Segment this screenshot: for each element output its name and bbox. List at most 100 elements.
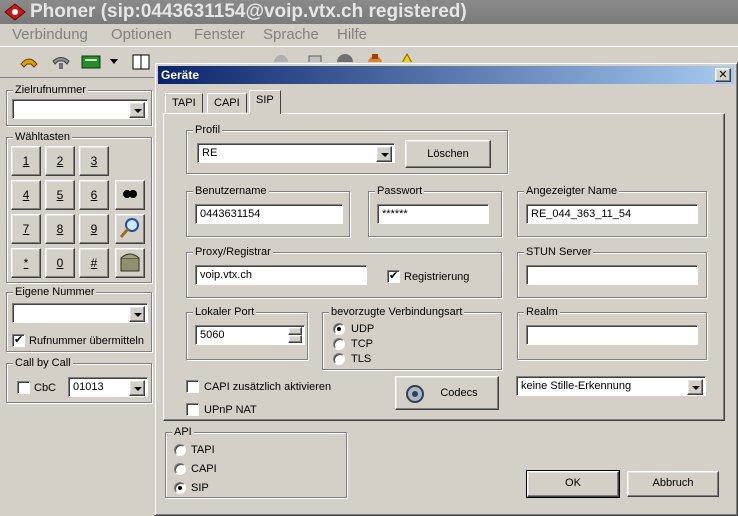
- zielrufnummer-input[interactable]: [12, 99, 148, 119]
- eigene-nummer-dropdown-button[interactable]: [129, 306, 145, 322]
- menu-bar: Verbindung Optionen Fenster Sprache Hilf…: [0, 24, 738, 46]
- upnp-label: UPnP NAT: [204, 404, 257, 416]
- zielrufnummer-label: Zielrufnummer: [13, 84, 88, 97]
- menu-fenster[interactable]: Fenster: [194, 25, 245, 45]
- proxy-label: Proxy/Registrar: [193, 246, 273, 259]
- proxy-input[interactable]: voip.vtx.ch: [195, 265, 367, 285]
- dial-key-5[interactable]: 5: [45, 180, 75, 210]
- cbc-checkbox[interactable]: [17, 381, 30, 394]
- api-radio-sip[interactable]: [174, 482, 186, 494]
- dialog-title: Geräte: [161, 68, 200, 82]
- menu-verbindung[interactable]: Verbindung: [12, 25, 88, 45]
- stun-input[interactable]: [526, 265, 698, 285]
- rufnummer-checkbox[interactable]: [12, 333, 25, 347]
- menu-sprache[interactable]: Sprache: [263, 25, 319, 45]
- search-button[interactable]: [115, 214, 145, 244]
- codecs-button[interactable]: Codecs: [395, 376, 499, 410]
- tab-tapi[interactable]: TAPI: [165, 93, 203, 113]
- dial-key-6[interactable]: 6: [79, 180, 109, 210]
- api-radio-tapi[interactable]: [174, 444, 186, 456]
- loeschen-button[interactable]: Löschen: [405, 140, 491, 168]
- record-icon: [123, 190, 137, 198]
- capi-zusaetzlich-label: CAPI zusätzlich aktivieren: [204, 381, 332, 393]
- passwort-label: Passwort: [375, 185, 425, 198]
- dial-key-star[interactable]: *: [11, 248, 41, 278]
- port-spin-down-icon[interactable]: [288, 335, 302, 343]
- radio-tcp[interactable]: [333, 338, 345, 350]
- dial-key-0[interactable]: 0: [45, 248, 75, 278]
- passwort-input[interactable]: ******: [377, 204, 489, 224]
- radio-tls-label: TLS: [351, 353, 372, 365]
- realm-input[interactable]: [526, 325, 698, 345]
- dial-key-4[interactable]: 4: [11, 180, 41, 210]
- tab-capi[interactable]: CAPI: [207, 93, 247, 113]
- radio-tls[interactable]: [333, 353, 345, 365]
- hangup-icon[interactable]: [50, 52, 72, 72]
- codecs-button-label: Codecs: [440, 387, 478, 399]
- phoner-logo-icon: [4, 3, 26, 21]
- eigene-nummer-select[interactable]: [12, 303, 148, 323]
- device-dropdown-arrow-icon[interactable]: [110, 59, 118, 64]
- device-icon[interactable]: [80, 52, 102, 72]
- dial-key-2[interactable]: 2: [45, 146, 75, 176]
- ok-button[interactable]: OK: [526, 470, 620, 498]
- lokaler-port-group: Lokaler Port 5060: [186, 306, 308, 360]
- profil-dropdown-button[interactable]: [376, 146, 392, 162]
- anzeigename-group: Angezeigter Name RE_044_363_11_54: [517, 185, 707, 237]
- zielrufnummer-group: Zielrufnummer: [6, 84, 152, 126]
- radio-udp-label: UDP: [351, 323, 375, 335]
- verbindungsart-group: bevorzugte Verbindungsart UDP TCP TLS: [322, 306, 502, 370]
- stille-erkennung-select[interactable]: keine Stille-Erkennung: [516, 376, 706, 396]
- callbycall-label: Call by Call: [13, 357, 73, 370]
- eigene-nummer-group: Eigene Nummer Rufnummer übermitteln: [6, 286, 152, 352]
- close-icon[interactable]: ✕: [715, 68, 731, 82]
- abbruch-button[interactable]: Abbruch: [627, 471, 719, 497]
- cbc-dropdown-button[interactable]: [129, 380, 145, 396]
- api-radio-capi[interactable]: [174, 463, 186, 475]
- callbycall-group: Call by Call CbC 01013: [6, 357, 152, 403]
- phone-keypad-button[interactable]: [115, 248, 145, 278]
- profil-select[interactable]: RE: [197, 143, 395, 163]
- stun-group: STUN Server: [517, 246, 707, 298]
- dial-key-9[interactable]: 9: [79, 214, 109, 244]
- proxy-group: Proxy/Registrar voip.vtx.ch Registrierun…: [186, 246, 502, 298]
- radio-udp[interactable]: [333, 323, 345, 335]
- stun-label: STUN Server: [524, 246, 594, 259]
- dial-key-7[interactable]: 7: [11, 214, 41, 244]
- waehltasten-label: Wähltasten: [13, 131, 73, 144]
- record-button[interactable]: [115, 180, 145, 210]
- passwort-group: Passwort ******: [368, 185, 502, 237]
- codecs-icon: [406, 385, 424, 403]
- dial-key-1[interactable]: 1: [11, 146, 41, 176]
- dial-key-8[interactable]: 8: [45, 214, 75, 244]
- api-radio-capi-label: CAPI: [191, 463, 217, 475]
- sip-tab-panel: Profil RE Löschen Benutzername 044363115…: [163, 113, 725, 421]
- port-spin-up-icon[interactable]: [288, 327, 302, 335]
- registrierung-label: Registrierung: [404, 271, 470, 283]
- cbc-select[interactable]: 01013: [68, 377, 148, 397]
- api-radio-tapi-label: TAPI: [191, 444, 215, 456]
- benutzername-group: Benutzername 0443631154: [186, 185, 350, 237]
- main-window-title: Phoner (sip:0443631154@voip.vtx.ch regis…: [0, 0, 738, 24]
- dial-phone-icon[interactable]: [18, 52, 40, 72]
- phone-keypad-icon: [120, 253, 140, 272]
- rufnummer-label: Rufnummer übermitteln: [29, 335, 144, 347]
- radio-tcp-label: TCP: [351, 338, 373, 350]
- anzeigename-label: Angezeigter Name: [524, 185, 620, 198]
- dial-key-3[interactable]: 3: [79, 146, 109, 176]
- api-label: API: [172, 426, 194, 439]
- capi-zusaetzlich-checkbox[interactable]: [186, 380, 199, 393]
- registrierung-checkbox[interactable]: [387, 269, 400, 283]
- menu-hilfe[interactable]: Hilfe: [337, 25, 367, 45]
- tab-sip[interactable]: SIP: [249, 90, 281, 114]
- benutzername-input[interactable]: 0443631154: [195, 204, 343, 224]
- lokaler-port-input[interactable]: 5060: [195, 325, 305, 345]
- stille-dropdown-button[interactable]: [687, 379, 703, 395]
- zielrufnummer-dropdown-button[interactable]: [129, 102, 145, 118]
- phonebook-icon[interactable]: [130, 52, 152, 72]
- profil-label: Profil: [193, 124, 223, 137]
- dial-key-hash[interactable]: #: [79, 248, 109, 278]
- upnp-checkbox[interactable]: [186, 403, 199, 416]
- menu-optionen[interactable]: Optionen: [111, 25, 172, 45]
- anzeigename-input[interactable]: RE_044_363_11_54: [526, 204, 698, 224]
